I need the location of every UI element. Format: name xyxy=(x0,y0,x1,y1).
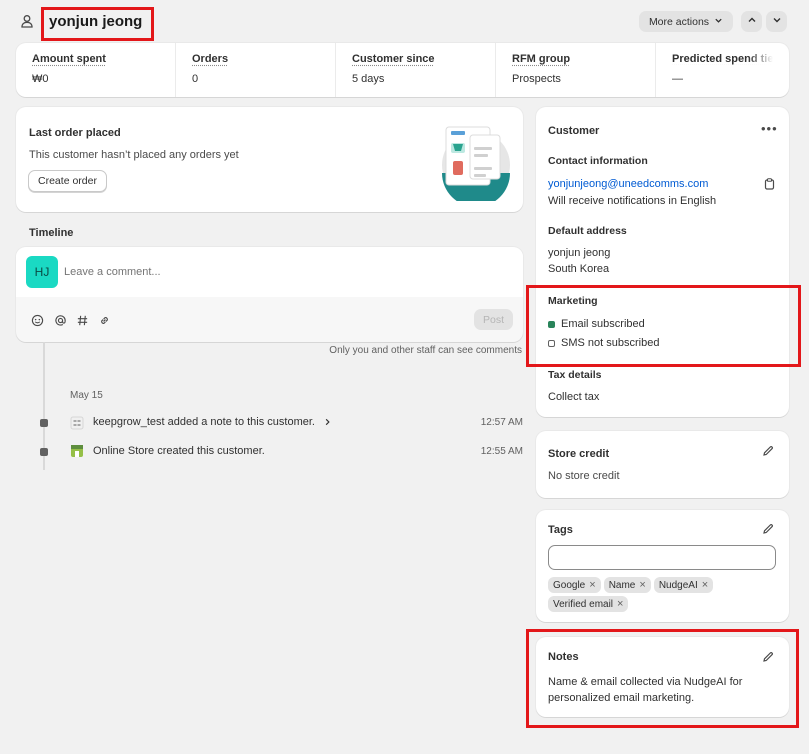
more-actions-button[interactable]: More actions xyxy=(639,11,733,32)
customer-card: Customer ••• Contact information yonjunj… xyxy=(536,107,789,417)
note-icon xyxy=(70,416,84,430)
timeline-event-time: 12:57 AM xyxy=(480,417,523,428)
edit-icon[interactable] xyxy=(762,523,774,538)
avatar-initials: HJ xyxy=(34,265,50,279)
timeline-event-text[interactable]: keepgrow_test added a note to this custo… xyxy=(93,416,315,428)
comment-visibility-note: Only you and other staff can see comment… xyxy=(329,345,522,356)
tags-card: Tags Google × Name × NudgeAI × Verified ema… xyxy=(536,510,789,622)
last-order-card: Last order placed This customer hasn’t p… xyxy=(16,107,523,212)
notes-text: Name & email collected via NudgeAI for p… xyxy=(548,676,743,704)
stat-rfm-group: RFM group Prospects xyxy=(496,43,656,97)
create-order-label: Create order xyxy=(38,175,97,187)
stat-label: RFM group xyxy=(512,53,571,65)
store-credit-card: Store credit No store credit xyxy=(536,431,789,498)
hashtag-icon[interactable] xyxy=(74,312,90,328)
customer-icon xyxy=(20,14,34,28)
avatar: HJ xyxy=(26,256,58,288)
tag-chip: Google × xyxy=(548,577,601,593)
timeline-date: May 15 xyxy=(70,390,103,401)
stat-label: Customer since xyxy=(352,53,435,65)
customer-card-title: Customer xyxy=(548,125,600,137)
timeline-event-text: Online Store created this customer. xyxy=(93,445,265,457)
stat-value: ₩0 xyxy=(32,73,49,85)
post-button[interactable]: Post xyxy=(474,309,513,330)
stat-value: — xyxy=(672,73,683,85)
remove-tag-icon[interactable]: × xyxy=(639,579,645,591)
timeline-title: Timeline xyxy=(29,227,74,239)
stat-customer-since: Customer since 5 days xyxy=(336,43,496,97)
page-title: yonjun jeong xyxy=(49,13,143,30)
stat-value: 0 xyxy=(192,73,199,85)
tags-input[interactable] xyxy=(548,545,776,570)
chevron-up-icon xyxy=(747,15,757,28)
next-customer-button[interactable] xyxy=(766,11,787,32)
comment-box: HJ Post xyxy=(16,247,523,342)
tax-heading: Tax details xyxy=(548,369,602,381)
stat-predicted-spend: Predicted spend tier — xyxy=(656,43,789,97)
sms-unsubscribed-indicator xyxy=(548,340,555,347)
chevron-right-icon[interactable] xyxy=(323,417,332,430)
tag-list: Google × Name × NudgeAI × Verified email × xyxy=(548,577,778,615)
stat-value: 5 days xyxy=(352,73,385,85)
stat-label: Predicted spend tier xyxy=(672,53,778,65)
contact-heading: Contact information xyxy=(548,155,648,167)
previous-customer-button[interactable] xyxy=(741,11,762,32)
sms-subscription-status: SMS not subscribed xyxy=(561,337,660,349)
remove-tag-icon[interactable]: × xyxy=(589,579,595,591)
post-label: Post xyxy=(482,313,504,326)
notification-language: Will receive notifications in English xyxy=(548,195,717,207)
tag-label: Name xyxy=(608,579,636,591)
edit-icon[interactable] xyxy=(762,445,774,460)
timeline-dot xyxy=(40,419,48,427)
timeline-event-time: 12:55 AM xyxy=(480,446,523,457)
remove-tag-icon[interactable]: × xyxy=(617,598,623,610)
store-credit-title: Store credit xyxy=(548,448,610,460)
comment-input[interactable] xyxy=(64,261,504,283)
online-store-icon xyxy=(70,444,84,458)
tax-value: Collect tax xyxy=(548,391,600,403)
notes-title: Notes xyxy=(548,651,579,663)
tag-chip: Name × xyxy=(603,577,651,593)
chevron-down-icon xyxy=(714,16,723,28)
timeline-dot xyxy=(40,448,48,456)
create-order-button[interactable]: Create order xyxy=(28,170,107,192)
stat-label: Orders xyxy=(192,53,229,65)
emoji-icon[interactable] xyxy=(29,312,45,328)
mention-icon[interactable] xyxy=(52,312,68,328)
stat-value: Prospects xyxy=(512,73,561,85)
store-credit-value: No store credit xyxy=(548,470,620,482)
tag-label: NudgeAI xyxy=(658,579,698,591)
address-heading: Default address xyxy=(548,225,627,237)
tags-title: Tags xyxy=(548,524,573,536)
last-order-message: This customer hasn’t placed any orders y… xyxy=(29,149,239,161)
empty-orders-illustration xyxy=(434,121,514,207)
copy-icon[interactable] xyxy=(764,178,775,193)
email-subscribed-indicator xyxy=(548,321,555,328)
remove-tag-icon[interactable]: × xyxy=(702,579,708,591)
edit-icon[interactable] xyxy=(762,651,774,666)
more-actions-label: More actions xyxy=(648,15,710,28)
stats-bar: Amount spent ₩0 Orders 0 Customer since … xyxy=(16,43,789,97)
last-order-title: Last order placed xyxy=(29,127,121,139)
stat-orders: Orders 0 xyxy=(176,43,336,97)
address-name: yonjun jeong xyxy=(548,247,611,259)
tag-label: Google xyxy=(553,579,586,591)
stat-label: Amount spent xyxy=(32,53,106,65)
more-options-icon[interactable]: ••• xyxy=(761,121,778,136)
tag-chip: NudgeAI × xyxy=(653,577,714,593)
chevron-down-icon xyxy=(772,15,782,28)
stat-amount-spent: Amount spent ₩0 xyxy=(16,43,176,97)
tag-label: Verified email xyxy=(553,598,614,610)
notes-card: Notes Name & email collected via NudgeAI… xyxy=(536,637,789,717)
email-subscription-status: Email subscribed xyxy=(561,318,645,330)
marketing-heading: Marketing xyxy=(548,295,598,307)
customer-email-link[interactable]: yonjunjeong@uneedcomms.com xyxy=(548,178,708,190)
link-icon[interactable] xyxy=(96,312,112,328)
address-country: South Korea xyxy=(548,263,610,275)
tag-chip: Verified email × xyxy=(548,596,629,612)
